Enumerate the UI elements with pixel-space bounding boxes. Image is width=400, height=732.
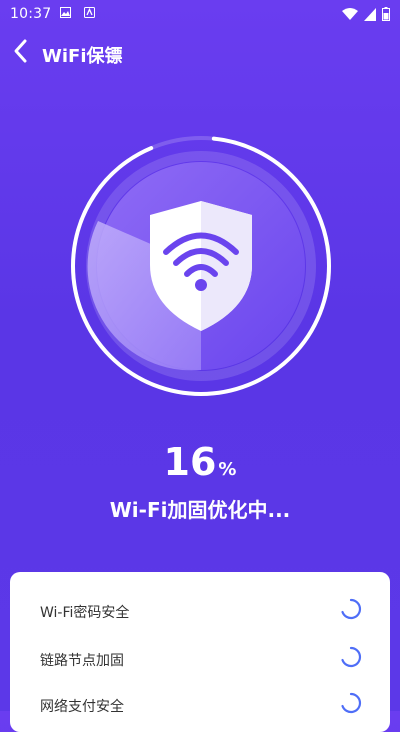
check-item-link-node: 链路节点加固 — [40, 646, 362, 676]
app-notification-icon — [84, 7, 95, 18]
status-time: 10:37 — [10, 6, 52, 22]
percent-unit: % — [218, 459, 237, 480]
page-title: WiFi保镖 — [42, 46, 123, 67]
cell-signal-icon — [364, 7, 376, 21]
gallery-icon — [60, 7, 71, 18]
loading-spinner-icon — [341, 598, 362, 620]
check-list-card: Wi-Fi密码安全 链路节点加固 网络支付安全 — [10, 572, 390, 732]
wifi-signal-icon — [342, 7, 358, 20]
status-bar: 10:37 — [0, 0, 400, 28]
loading-spinner-icon — [341, 646, 362, 668]
check-item-wifi-password: Wi-Fi密码安全 — [40, 598, 362, 628]
check-item-payment-security: 网络支付安全 — [40, 692, 362, 722]
check-item-label: Wi-Fi密码安全 — [40, 605, 130, 621]
percent-value: 16 — [163, 440, 217, 484]
scan-progress-ring — [70, 135, 332, 397]
check-item-label: 链路节点加固 — [40, 653, 124, 669]
battery-icon — [382, 7, 390, 21]
progress-percent: 16% — [0, 440, 400, 484]
scan-status-text: Wi-Fi加固优化中... — [109, 498, 291, 522]
chevron-left-icon[interactable] — [10, 38, 32, 64]
app-header: WiFi保镖 — [0, 36, 400, 70]
check-item-label: 网络支付安全 — [40, 699, 124, 715]
